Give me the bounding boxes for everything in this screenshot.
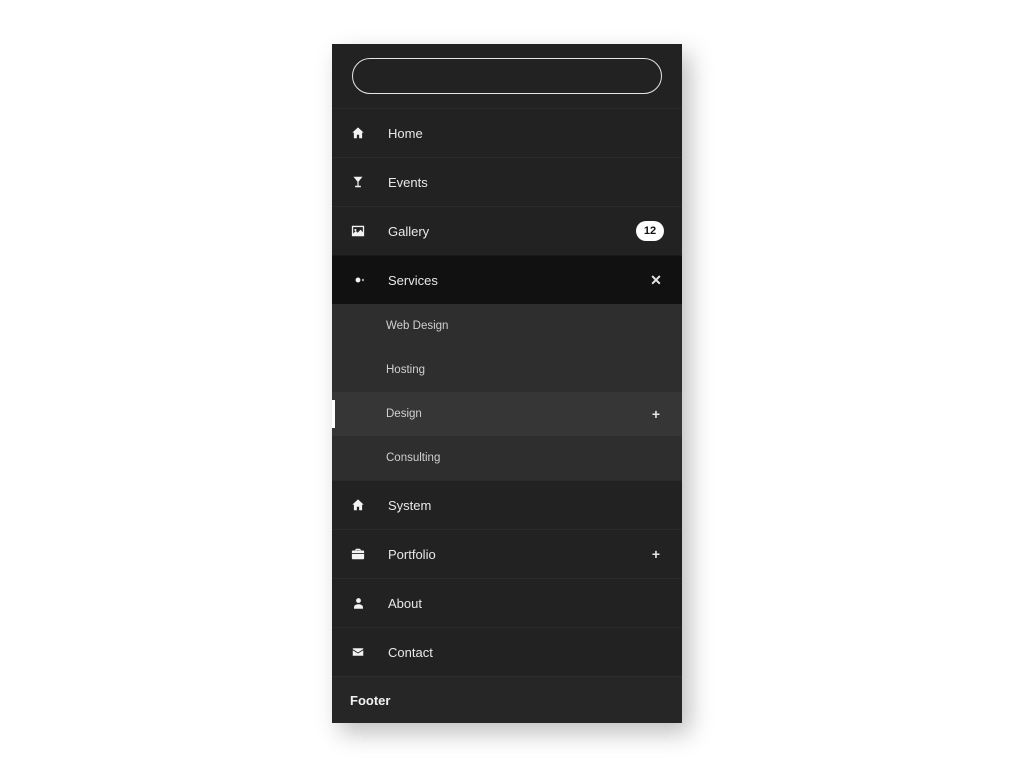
envelope-icon	[350, 644, 366, 660]
menu-label: Contact	[388, 645, 664, 660]
menu-item-gallery[interactable]: Gallery 12	[332, 206, 682, 255]
plus-icon[interactable]: +	[648, 546, 664, 562]
menu-label: System	[388, 498, 664, 513]
search-input[interactable]	[352, 58, 662, 94]
menu-label: Gallery	[388, 224, 636, 239]
sidebar-panel: Home Events Gallery 12 Services ✕ Web De…	[332, 44, 682, 723]
menu-label: Home	[388, 126, 664, 141]
search-container	[332, 44, 682, 108]
briefcase-icon	[350, 546, 366, 562]
sub-label: Web Design	[386, 320, 448, 332]
user-icon	[350, 595, 366, 611]
home-icon	[350, 125, 366, 141]
close-icon[interactable]: ✕	[648, 272, 664, 289]
services-submenu: Web Design Hosting Design + Consulting	[332, 304, 682, 480]
menu-label: About	[388, 596, 664, 611]
sub-item-hosting[interactable]: Hosting	[332, 348, 682, 392]
menu-label: Services	[388, 273, 648, 288]
menu-item-about[interactable]: About	[332, 578, 682, 627]
sub-label: Consulting	[386, 452, 440, 464]
sub-item-design[interactable]: Design +	[332, 392, 682, 436]
glass-icon	[350, 174, 366, 190]
footer: Footer	[332, 676, 682, 723]
menu-label: Portfolio	[388, 547, 648, 562]
menu-item-contact[interactable]: Contact	[332, 627, 682, 676]
gallery-badge: 12	[636, 221, 664, 241]
sub-label: Hosting	[386, 364, 425, 376]
menu-item-events[interactable]: Events	[332, 157, 682, 206]
sub-item-web-design[interactable]: Web Design	[332, 304, 682, 348]
gear-icon	[350, 272, 366, 288]
sub-label: Design	[386, 408, 422, 420]
footer-label: Footer	[350, 693, 390, 708]
sub-item-consulting[interactable]: Consulting	[332, 436, 682, 480]
menu-item-home[interactable]: Home	[332, 108, 682, 157]
home-icon	[350, 497, 366, 513]
menu-item-system[interactable]: System	[332, 480, 682, 529]
menu-item-portfolio[interactable]: Portfolio +	[332, 529, 682, 578]
plus-icon[interactable]: +	[648, 406, 664, 422]
image-icon	[350, 223, 366, 239]
menu-item-services[interactable]: Services ✕	[332, 255, 682, 304]
menu-label: Events	[388, 175, 664, 190]
